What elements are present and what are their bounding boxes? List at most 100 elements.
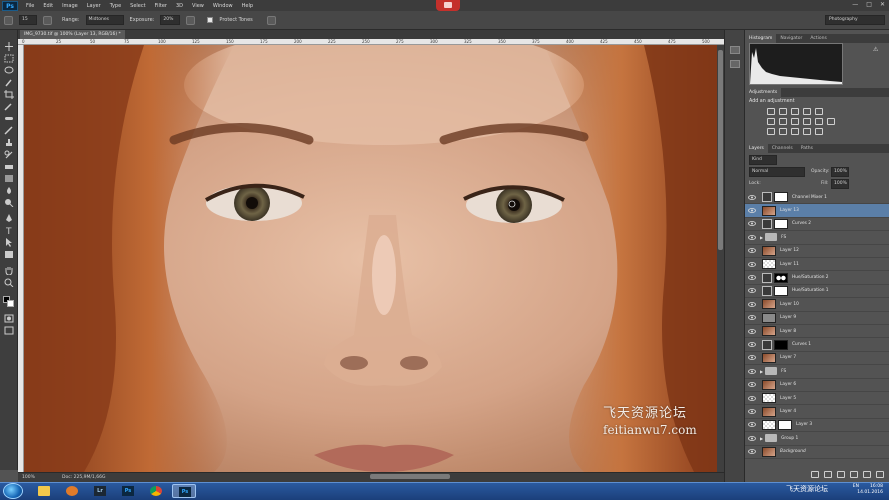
new-layer-icon[interactable]: [876, 471, 884, 478]
color-lookup-adjust-icon[interactable]: [827, 118, 835, 125]
airbrush-icon[interactable]: [186, 15, 196, 25]
tray-clock[interactable]: 16:08 14.01.2016: [857, 484, 883, 496]
layer-row[interactable]: Hue/Saturation 2: [745, 271, 889, 285]
menu-help[interactable]: Help: [242, 3, 253, 9]
threshold-adjust-icon[interactable]: [791, 128, 799, 135]
channel-mixer-adjust-icon[interactable]: [815, 118, 823, 125]
layer-row[interactable]: Layer 13: [745, 204, 889, 218]
dodge-tool-icon[interactable]: [4, 198, 14, 208]
expand-arrow-icon[interactable]: ▶: [760, 436, 763, 441]
brush-size-picker[interactable]: 15: [19, 15, 37, 25]
visibility-eye-icon[interactable]: [747, 313, 756, 322]
panel-icon-2[interactable]: [730, 60, 740, 68]
layer-mask-thumbnail[interactable]: [774, 272, 788, 283]
visibility-eye-icon[interactable]: [747, 380, 756, 389]
layer-style-icon[interactable]: [824, 471, 832, 478]
tab-actions[interactable]: Actions: [806, 34, 830, 43]
layer-row[interactable]: Layer 4: [745, 405, 889, 419]
visibility-eye-icon[interactable]: [747, 246, 756, 255]
marquee-tool-icon[interactable]: [4, 54, 14, 63]
menu-file[interactable]: File: [26, 3, 34, 9]
menu-edit[interactable]: Edit: [43, 3, 53, 9]
layer-row[interactable]: Hue/Saturation 1: [745, 285, 889, 299]
doc-size[interactable]: Doc: 225,9M/1,66G: [62, 475, 105, 480]
vibrance-adjust-icon[interactable]: [815, 108, 823, 115]
taskbar-media[interactable]: [60, 484, 84, 498]
layer-row[interactable]: Layer 3: [745, 419, 889, 433]
layer-mask-thumbnail[interactable]: [774, 339, 788, 350]
crop-tool-icon[interactable]: [4, 90, 14, 99]
layer-row[interactable]: Layer 12: [745, 245, 889, 258]
new-adjustment-icon[interactable]: [850, 471, 858, 478]
layer-row[interactable]: Layer 9: [745, 312, 889, 325]
layer-row[interactable]: Curves 1: [745, 338, 889, 352]
layer-row[interactable]: Layer 5: [745, 392, 889, 406]
screen-mode-icon[interactable]: [4, 326, 14, 335]
menu-select[interactable]: Select: [130, 3, 145, 9]
range-select[interactable]: Midtones: [85, 15, 124, 25]
layer-row[interactable]: Layer 11: [745, 258, 889, 272]
background-color-swatch[interactable]: [7, 300, 14, 307]
zoom-level[interactable]: 100%: [22, 475, 35, 480]
taskbar-photoshop-1[interactable]: Ps: [116, 484, 140, 498]
panel-icon-1[interactable]: [730, 46, 740, 54]
taskbar-explorer[interactable]: [32, 484, 56, 498]
rectangle-tool-icon[interactable]: [4, 250, 14, 259]
type-tool-icon[interactable]: T: [4, 226, 14, 237]
healing-brush-tool-icon[interactable]: [4, 114, 14, 123]
layer-row[interactable]: Layer 6: [745, 379, 889, 392]
visibility-eye-icon[interactable]: [747, 286, 756, 295]
tab-adjustments[interactable]: Adjustments: [745, 88, 782, 97]
visibility-eye-icon[interactable]: [747, 353, 756, 362]
visibility-eye-icon[interactable]: [747, 394, 756, 403]
gradient-map-adjust-icon[interactable]: [803, 128, 811, 135]
expand-arrow-icon[interactable]: ▶: [760, 235, 763, 240]
tab-channels[interactable]: Channels: [768, 144, 797, 153]
brush-tool-icon[interactable]: [4, 126, 14, 135]
visibility-eye-icon[interactable]: [747, 260, 756, 269]
menu-type[interactable]: Type: [110, 3, 121, 9]
layer-row[interactable]: Layer 7: [745, 352, 889, 366]
visibility-eye-icon[interactable]: [747, 407, 756, 416]
layer-row[interactable]: Layer 8: [745, 325, 889, 339]
hand-tool-icon[interactable]: [4, 266, 14, 276]
visibility-eye-icon[interactable]: [747, 193, 756, 202]
layer-mask-thumbnail[interactable]: [774, 218, 788, 229]
lasso-tool-icon[interactable]: [4, 66, 14, 75]
visibility-eye-icon[interactable]: [747, 447, 756, 456]
add-mask-icon[interactable]: [837, 471, 845, 478]
menu-3d[interactable]: 3D: [176, 3, 183, 9]
menu-layer[interactable]: Layer: [87, 3, 101, 9]
visibility-eye-icon[interactable]: [747, 420, 756, 429]
layer-mask-thumbnail[interactable]: [778, 419, 792, 430]
link-layers-icon[interactable]: [811, 471, 819, 478]
zoom-tool-icon[interactable]: [4, 278, 14, 288]
visibility-eye-icon[interactable]: [747, 300, 756, 309]
expand-arrow-icon[interactable]: ▶: [760, 369, 763, 374]
visibility-eye-icon[interactable]: [747, 367, 756, 376]
blur-tool-icon[interactable]: [4, 186, 14, 195]
exposure-input[interactable]: 20%: [160, 15, 181, 25]
taskbar-photoshop-2[interactable]: Ps: [172, 484, 196, 498]
layer-row[interactable]: ▶ Group 1: [745, 432, 889, 446]
pen-tool-icon[interactable]: [4, 214, 14, 223]
start-button[interactable]: [3, 483, 23, 499]
warning-icon[interactable]: ⚠: [873, 46, 878, 53]
brush-panel-icon[interactable]: [43, 15, 52, 25]
fill-input[interactable]: 100%: [831, 179, 849, 189]
brightness-adjust-icon[interactable]: [767, 108, 775, 115]
clone-stamp-tool-icon[interactable]: [4, 138, 14, 147]
layer-row[interactable]: ▶ FS: [745, 231, 889, 245]
menu-view[interactable]: View: [192, 3, 204, 9]
path-selection-tool-icon[interactable]: [4, 238, 14, 247]
maximize-button[interactable]: □: [866, 1, 872, 8]
selective-color-adjust-icon[interactable]: [815, 128, 823, 135]
visibility-eye-icon[interactable]: [747, 219, 756, 228]
layer-row[interactable]: ▶ FS: [745, 365, 889, 379]
invert-adjust-icon[interactable]: [767, 128, 775, 135]
vertical-scroll-thumb[interactable]: [718, 50, 723, 250]
blend-mode-select[interactable]: Normal: [749, 167, 805, 177]
layer-mask-thumbnail[interactable]: [774, 192, 788, 203]
eyedropper-tool-icon[interactable]: [4, 102, 14, 111]
visibility-eye-icon[interactable]: [747, 273, 756, 282]
